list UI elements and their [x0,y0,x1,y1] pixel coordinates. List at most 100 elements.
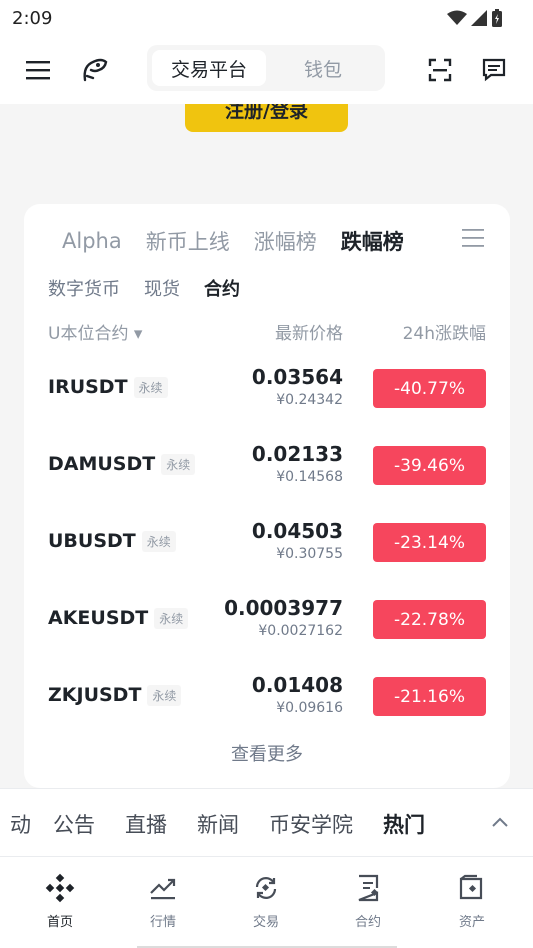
nav-home[interactable]: 首页 [30,873,90,930]
symbol-name: ZKJUSDT [48,684,142,706]
market-tabs: Alpha 新币上线 涨幅榜 跌幅榜 [62,226,404,256]
feed-tab-academy[interactable]: 币安学院 [269,809,353,839]
battery-icon [492,9,502,27]
price-cny: ¥0.24342 [276,392,343,408]
feed-tabs: 动 公告 直播 新闻 币安学院 热门 [0,788,533,856]
symbol-name: AKEUSDT [48,607,149,629]
perpetual-badge: 永续 [161,453,196,475]
message-icon [482,58,506,82]
tab-alpha[interactable]: Alpha [62,229,122,253]
row-symbol: DAMUSDT 永续 [48,453,196,475]
platform-segment: 交易平台 钱包 [147,45,385,91]
row-symbol: AKEUSDT 永续 [48,607,189,629]
bottom-nav: 首页 行情 交易 合约 资产 [0,856,533,948]
feed-tab-announcements[interactable]: 公告 [53,809,95,839]
price-cny: ¥0.0027162 [258,623,343,639]
chevron-up-icon [492,817,508,827]
messages-button[interactable] [474,50,514,90]
change-badge: -23.14% [373,523,486,562]
change-badge: -22.78% [373,600,486,639]
change-badge: -40.77% [373,369,486,408]
tabs-more-button[interactable] [462,228,484,252]
row-price: 0.01408 ¥0.09616 [252,672,343,718]
scan-icon [428,58,452,82]
mascot-icon [83,58,108,82]
column-symbol-dropdown[interactable]: U本位合约 ▾ [48,319,142,344]
binance-mascot-button[interactable] [74,50,114,90]
perpetual-badge: 永续 [141,530,176,552]
perpetual-badge: 永续 [154,607,189,629]
subtab-futures[interactable]: 合约 [204,275,240,301]
last-price: 0.02133 [251,442,343,466]
nav-assets[interactable]: 资产 [442,873,502,930]
change-badge: -21.16% [373,677,486,716]
table-row[interactable]: IRUSDT 永续 0.03564 ¥0.24342 -40.77% [24,360,510,437]
row-symbol: ZKJUSDT 永续 [48,684,182,706]
trade-exchange-icon [255,877,277,899]
feed-tab-hot[interactable]: 热门 [383,809,425,839]
status-icons [447,8,503,28]
symbol-name: UBUSDT [48,530,136,552]
register-login-button[interactable]: 注册/登录 [185,104,348,132]
row-price: 0.03564 ¥0.24342 [252,364,343,410]
price-cny: ¥0.14568 [276,469,343,485]
wallet-icon [459,874,483,900]
nav-futures[interactable]: 合约 [338,873,398,930]
screen: 2:09 交易平台 钱包 注册/登录 Alpha 新币上线 涨幅榜 跌幅榜 数字… [0,0,533,948]
market-subtabs: 数字货币 现货 合约 [48,275,240,301]
price-cny: ¥0.09616 [276,700,343,716]
feed-tab-news[interactable]: 新闻 [197,809,239,839]
row-price: 0.0003977 ¥0.0027162 [224,595,343,641]
last-price: 0.03564 [251,365,343,389]
feed-tab-live[interactable]: 直播 [125,809,167,839]
nav-futures-label: 合约 [354,915,381,930]
nav-trade[interactable]: 交易 [236,873,296,930]
menu-button[interactable] [18,50,58,90]
table-row[interactable]: DAMUSDT 永续 0.02133 ¥0.14568 -39.46% [24,437,510,514]
row-price: 0.02133 ¥0.14568 [252,441,343,487]
symbol-name: IRUSDT [48,376,128,398]
column-price: 最新价格 [275,324,343,344]
tab-gainers[interactable]: 涨幅榜 [254,226,317,256]
subtab-spot[interactable]: 现货 [144,275,180,301]
tab-losers[interactable]: 跌幅榜 [341,226,404,256]
tab-new-listing[interactable]: 新币上线 [146,226,230,256]
perpetual-badge: 永续 [147,684,182,706]
feed-tab-activity[interactable]: 动 [10,809,31,839]
status-time: 2:09 [12,7,53,29]
nav-home-label: 首页 [46,915,73,930]
wifi-icon [447,10,467,25]
column-change: 24h涨跌幅 [402,324,486,344]
price-cny: ¥0.30755 [276,546,343,562]
last-price: 0.0003977 [224,596,343,620]
chart-line-icon [150,878,176,900]
market-list: IRUSDT 永续 0.03564 ¥0.24342 -40.77% DAMUS… [24,360,510,745]
last-price: 0.04503 [251,519,343,543]
table-row[interactable]: UBUSDT 永续 0.04503 ¥0.30755 -23.14% [24,514,510,591]
status-bar: 2:09 [0,0,533,36]
nav-assets-label: 资产 [458,915,485,930]
table-row[interactable]: ZKJUSDT 永续 0.01408 ¥0.09616 -21.16% [24,668,510,745]
subtab-crypto[interactable]: 数字货币 [48,275,120,301]
row-symbol: IRUSDT 永续 [48,376,168,398]
market-card: Alpha 新币上线 涨幅榜 跌幅榜 数字货币 现货 合约 U本位合约 ▾ 最新… [24,204,510,788]
row-symbol: UBUSDT 永续 [48,530,176,552]
row-price: 0.04503 ¥0.30755 [252,518,343,564]
collapse-feed-button[interactable] [491,813,509,832]
table-row[interactable]: AKEUSDT 永续 0.0003977 ¥0.0027162 -22.78% [24,591,510,668]
hamburger-icon [26,61,50,80]
feed-tabs-scroller: 动 公告 直播 新闻 币安学院 热门 [10,809,425,839]
segment-exchange[interactable]: 交易平台 [152,50,266,86]
view-more-link[interactable]: 查看更多 [24,740,510,766]
signal-icon [471,10,487,26]
list-menu-icon [462,229,484,247]
nav-markets-label: 行情 [149,915,176,930]
scan-button[interactable] [420,50,460,90]
last-price: 0.01408 [251,673,343,697]
perpetual-badge: 永续 [133,376,168,398]
nav-markets[interactable]: 行情 [133,873,193,930]
segment-wallet[interactable]: 钱包 [266,50,380,86]
nav-trade-label: 交易 [252,915,279,930]
change-badge: -39.46% [373,446,486,485]
top-nav: 交易平台 钱包 [0,36,533,104]
